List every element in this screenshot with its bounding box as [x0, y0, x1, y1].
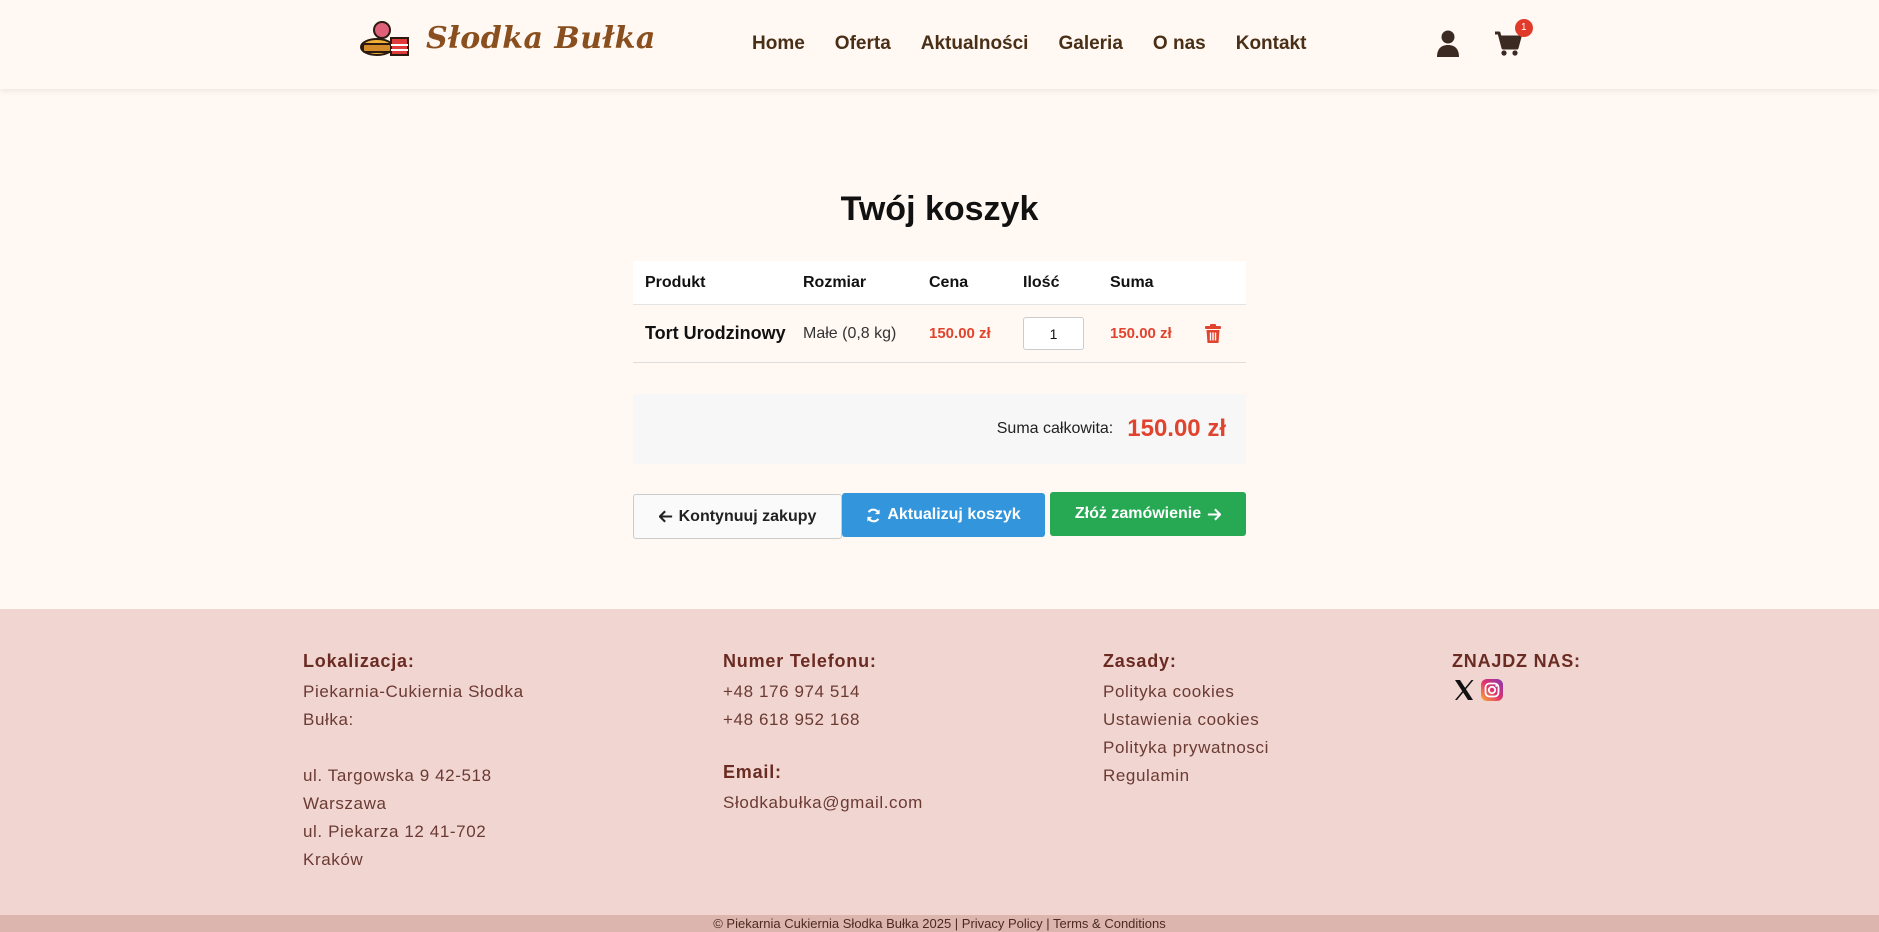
page-title: Twój koszyk [840, 190, 1039, 228]
location-heading: Lokalizacja: [303, 651, 415, 671]
place-order-label: Złóż zamówienie [1074, 505, 1202, 522]
column-header-size: Rozmiar [803, 273, 867, 291]
cart-table: Produkt Rozmiar Cena Ilość Suma Tort Uro… [633, 261, 1246, 363]
brand-name: Słodka Bułka [426, 20, 656, 56]
nav-home[interactable]: Home [752, 33, 805, 55]
update-cart-label: Aktualizuj koszyk [887, 506, 1021, 523]
copyright-bar: © Piekarnia Cukiernia Słodka Bułka 2025 … [0, 915, 1879, 932]
nav-oferta[interactable]: Oferta [835, 33, 891, 55]
arrow-left-icon [658, 510, 672, 523]
column-header-sum: Suma [1110, 273, 1154, 291]
column-header-qty: Ilość [1023, 273, 1060, 291]
brand-logo[interactable]: Słodka Bułka [360, 18, 656, 58]
location-line: Bułka: [303, 710, 354, 729]
arrow-right-icon [1208, 508, 1222, 520]
nav-galeria[interactable]: Galeria [1058, 33, 1122, 55]
column-header-product: Produkt [645, 273, 706, 291]
nav-o-nas[interactable]: O nas [1153, 33, 1206, 55]
cart-total: Suma całkowita: 150.00 zł [633, 394, 1246, 464]
phone-number: +48 176 974 514 [723, 682, 861, 701]
location-line: Piekarnia-Cukiernia Słodka [303, 682, 524, 701]
link-cookies-policy[interactable]: Polityka cookies [1103, 678, 1363, 706]
refresh-icon [867, 508, 880, 522]
nav-kontakt[interactable]: Kontakt [1236, 33, 1307, 55]
social-heading: ZNAJDZ NAS: [1452, 651, 1581, 671]
user-icon[interactable] [1436, 30, 1460, 58]
continue-shopping-label: Kontynuuj zakupy [678, 507, 817, 525]
trash-icon[interactable] [1204, 323, 1222, 344]
main-nav: Home Oferta Aktualności Galeria O nas Ko… [752, 33, 1336, 55]
location-line: Warszawa [303, 794, 387, 813]
phone-heading: Numer Telefonu: [723, 651, 877, 671]
site-footer: Lokalizacja: Piekarnia-Cukiernia Słodka … [0, 609, 1879, 915]
rules-heading: Zasady: [1103, 651, 1177, 671]
location-line: Kraków [303, 850, 364, 869]
email-heading: Email: [723, 762, 782, 782]
instagram-icon[interactable] [1480, 678, 1504, 702]
header-icons: 1 [1436, 19, 1533, 58]
footer-location: Lokalizacja: Piekarnia-Cukiernia Słodka … [303, 651, 563, 874]
quantity-input[interactable] [1023, 317, 1084, 350]
cart-count-badge: 1 [1514, 19, 1533, 37]
footer-social: ZNAJDZ NAS: [1452, 651, 1652, 702]
x-icon[interactable] [1452, 678, 1476, 702]
link-privacy-policy[interactable]: Polityka prywatnosci [1103, 734, 1363, 762]
place-order-button[interactable]: Złóż zamówienie [1050, 492, 1246, 536]
bakery-logo-icon [360, 21, 409, 56]
link-cookies-settings[interactable]: Ustawienia cookies [1103, 706, 1363, 734]
update-cart-button[interactable]: Aktualizuj koszyk [842, 493, 1045, 537]
social-links [1452, 678, 1652, 702]
email-address: Słodkabułka@gmail.com [723, 793, 923, 812]
table-header: Produkt Rozmiar Cena Ilość Suma [633, 261, 1246, 305]
cart-button[interactable]: 1 [1494, 19, 1533, 57]
total-value: 150.00 zł [1127, 415, 1226, 442]
footer-contact: Numer Telefonu: +48 176 974 514 +48 618 … [723, 651, 983, 817]
column-header-price: Cena [929, 273, 969, 291]
total-label: Suma całkowita: [996, 420, 1114, 437]
product-sum: 150.00 zł [1110, 325, 1172, 342]
location-line: ul. Piekarza 12 41-702 [303, 822, 487, 841]
continue-shopping-button[interactable]: Kontynuuj zakupy [633, 494, 842, 539]
product-size: Małe (0,8 kg) [803, 324, 897, 342]
table-row: Tort Urodzinowy Małe (0,8 kg) 150.00 zł … [633, 305, 1246, 363]
nav-aktualnosci[interactable]: Aktualności [921, 33, 1029, 55]
product-name: Tort Urodzinowy [645, 323, 786, 343]
site-header: Słodka Bułka Home Oferta Aktualności Gal… [0, 0, 1879, 89]
location-line: ul. Targowska 9 42-518 [303, 766, 492, 785]
footer-rules: Zasady: Polityka cookies Ustawienia cook… [1103, 651, 1363, 790]
phone-number: +48 618 952 168 [723, 710, 861, 729]
link-terms[interactable]: Regulamin [1103, 762, 1363, 790]
product-price: 150.00 zł [929, 325, 991, 342]
